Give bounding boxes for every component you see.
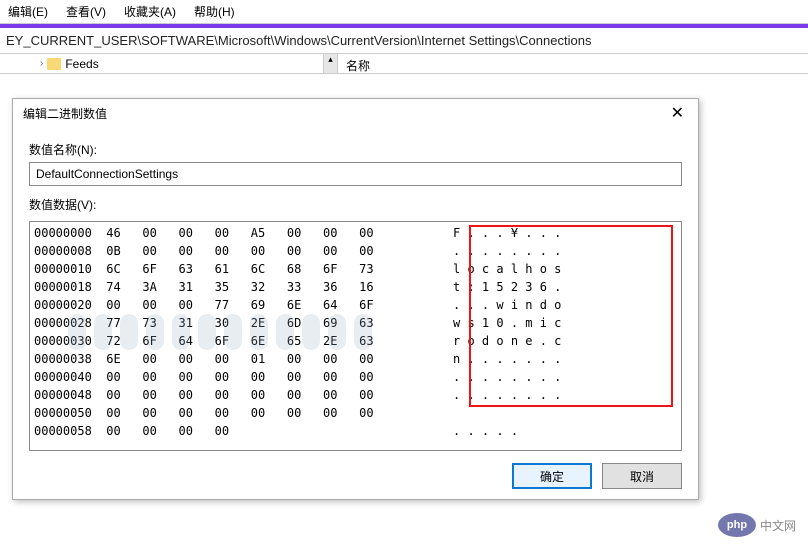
menu-view[interactable]: 查看(V) [66, 3, 106, 20]
close-icon[interactable]: ✕ [661, 101, 694, 125]
tree-item-feeds[interactable]: › Feeds [0, 57, 99, 71]
hex-row[interactable]: 00000048 00 00 00 00 00 00 00 00 . . . .… [34, 386, 677, 404]
split-panes: › Feeds ▴ 名称 [0, 54, 808, 74]
value-name-label: 数值名称(N): [29, 141, 682, 158]
hex-row[interactable]: 00000010 6C 6F 63 61 6C 68 6F 73 l o c a… [34, 260, 677, 278]
hex-row[interactable]: 00000040 00 00 00 00 00 00 00 00 . . . .… [34, 368, 677, 386]
php-logo: php 中文网 [718, 513, 796, 537]
cancel-button[interactable]: 取消 [602, 463, 682, 489]
dialog-title: 编辑二进制数值 [23, 105, 107, 122]
column-header-name[interactable]: 名称 [346, 59, 370, 73]
hex-editor[interactable]: 00000000 46 00 00 00 A5 00 00 00 F . . .… [29, 221, 682, 451]
tree-pane: › Feeds ▴ [0, 54, 338, 73]
hex-row[interactable]: 00000030 72 6F 64 6F 6E 65 2E 63 r o d o… [34, 332, 677, 350]
address-bar[interactable]: EY_CURRENT_USER\SOFTWARE\Microsoft\Windo… [0, 28, 808, 54]
edit-binary-dialog: 编辑二进制数值 ✕ 数值名称(N): 数值数据(V): 00000000 46 … [12, 98, 699, 500]
dialog-buttons: 确定 取消 [29, 451, 682, 489]
hex-row[interactable]: 00000000 46 00 00 00 A5 00 00 00 F . . .… [34, 224, 677, 242]
hex-row[interactable]: 00000058 00 00 00 00 . . . . . [34, 422, 677, 440]
scrollbar[interactable]: ▴ [323, 54, 337, 73]
menu-favorites[interactable]: 收藏夹(A) [124, 3, 176, 20]
menu-edit[interactable]: 编辑(E) [8, 3, 48, 20]
folder-icon [47, 58, 61, 70]
php-text: 中文网 [760, 517, 796, 534]
menubar: 编辑(E) 查看(V) 收藏夹(A) 帮助(H) [0, 0, 808, 24]
address-path: EY_CURRENT_USER\SOFTWARE\Microsoft\Windo… [6, 33, 591, 48]
menu-help[interactable]: 帮助(H) [194, 3, 235, 20]
hex-row[interactable]: 00000018 74 3A 31 35 32 33 36 16 t : 1 5… [34, 278, 677, 296]
value-data-label: 数值数据(V): [29, 196, 682, 213]
php-ball-icon: php [718, 513, 756, 537]
dialog-titlebar: 编辑二进制数值 ✕ [13, 99, 698, 127]
hex-row[interactable]: 00000008 0B 00 00 00 00 00 00 00 . . . .… [34, 242, 677, 260]
chevron-right-icon[interactable]: › [40, 58, 43, 69]
dialog-body: 数值名称(N): 数值数据(V): 00000000 46 00 00 00 A… [13, 127, 698, 499]
value-name-input[interactable] [29, 162, 682, 186]
ok-button[interactable]: 确定 [512, 463, 592, 489]
hex-row[interactable]: 00000050 00 00 00 00 00 00 00 00 [34, 404, 677, 422]
hex-row[interactable]: 00000028 77 73 31 30 2E 6D 69 63 w s 1 0… [34, 314, 677, 332]
hex-row[interactable]: 00000038 6E 00 00 00 01 00 00 00 n . . .… [34, 350, 677, 368]
tree-item-label: Feeds [65, 57, 98, 71]
list-pane: 名称 [338, 54, 808, 73]
hex-row[interactable]: 00000020 00 00 00 77 69 6E 64 6F . . . w… [34, 296, 677, 314]
